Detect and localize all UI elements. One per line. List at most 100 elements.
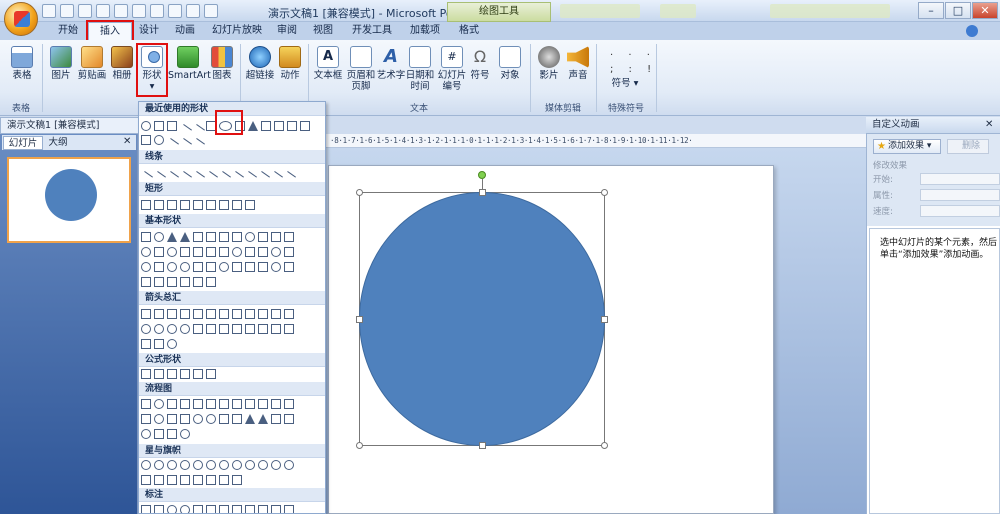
gallery-shape[interactable] [271,414,281,424]
gallery-shape[interactable] [219,505,229,513]
customize-qat-icon[interactable] [204,4,218,18]
document-tab[interactable]: 演示文稿1 [兼容模式] [0,117,140,134]
gallery-shape[interactable] [258,247,268,257]
tab-developer[interactable]: 开发工具 [344,22,400,40]
gallery-shape[interactable] [193,369,203,379]
add-effect-button[interactable]: ★ 添加效果 ▾ [873,139,941,154]
close-pane-icon[interactable]: ✕ [985,119,993,130]
speed-select[interactable] [920,205,1000,217]
close-button[interactable]: ✕ [972,2,998,19]
gallery-shape[interactable] [219,460,229,470]
gallery-shape[interactable] [245,505,255,513]
gallery-shape[interactable] [232,505,242,513]
gallery-shape[interactable] [219,414,229,424]
gallery-shape[interactable] [206,475,216,485]
picture-button[interactable]: 图片 [46,46,76,81]
gallery-shape[interactable] [141,369,151,379]
gallery-shape[interactable] [180,429,190,439]
sound-button[interactable]: 声音 [564,46,592,81]
gallery-shape[interactable] [193,414,203,424]
gallery-shape[interactable] [219,309,229,319]
symbol-button[interactable]: Ω 符号 [468,46,492,81]
gallery-shape[interactable] [180,200,190,210]
tab-home[interactable]: 开始 [50,22,86,40]
slide-thumbnail[interactable] [7,157,131,243]
gallery-shape[interactable] [180,262,190,272]
gallery-shape[interactable] [154,339,164,349]
textbox-button[interactable]: A 文本框 [312,46,344,81]
slide-number-button[interactable]: # 幻灯片编号 [436,46,468,92]
gallery-shape[interactable] [193,399,203,409]
header-footer-button[interactable]: 页眉和页脚 [344,46,378,92]
gallery-shape[interactable] [167,505,177,513]
gallery-shape[interactable] [180,369,190,379]
gallery-shape[interactable] [206,247,216,257]
gallery-shape[interactable] [193,505,203,513]
resize-handle-w[interactable] [356,316,363,323]
gallery-shape[interactable] [154,247,164,257]
gallery-shape[interactable] [232,414,242,424]
gallery-shape[interactable] [154,232,164,242]
gallery-shape[interactable] [206,262,216,272]
gallery-shape[interactable] [271,262,281,272]
gallery-shape[interactable] [193,247,203,257]
gallery-shape[interactable] [258,262,268,272]
gallery-shape[interactable] [154,200,164,210]
gallery-shape[interactable] [141,262,151,272]
gallery-shape[interactable] [141,324,151,334]
resize-handle-s[interactable] [479,442,486,449]
tab-review[interactable]: 审阅 [270,22,304,40]
clipart-button[interactable]: 剪贴画 [76,46,108,81]
cut-icon[interactable] [114,4,128,18]
gallery-shape[interactable] [206,369,216,379]
gallery-shape[interactable] [206,460,216,470]
gallery-shape[interactable] [193,460,203,470]
gallery-shape[interactable] [154,135,164,145]
shapes-gallery[interactable]: 最近使用的形状 线条 矩形 基本形状 箭头总汇 公式形状 流程图 星与旗帜 标注 [138,101,326,514]
smartart-button[interactable]: SmartArt [168,46,211,81]
gallery-shape[interactable] [180,505,190,513]
gallery-shape[interactable] [167,262,177,272]
object-button[interactable]: 对象 [496,46,524,81]
gallery-shape[interactable] [271,324,281,334]
gallery-shape[interactable] [141,414,151,424]
gallery-shape[interactable] [154,460,164,470]
gallery-shape[interactable] [154,505,164,513]
gallery-shape[interactable] [219,475,229,485]
tab-view[interactable]: 视图 [306,22,340,40]
gallery-shape[interactable] [245,460,255,470]
movie-button[interactable]: 影片 [534,46,564,81]
gallery-shape[interactable] [284,399,294,409]
gallery-shape[interactable] [206,324,216,334]
property-select[interactable] [920,189,1000,201]
redo-icon[interactable] [78,4,92,18]
gallery-shape[interactable] [141,429,151,439]
gallery-shape[interactable] [180,232,190,242]
gallery-shape[interactable] [219,324,229,334]
gallery-shape[interactable] [271,505,281,513]
tab-outline[interactable]: 大纲 [43,136,73,150]
gallery-shape[interactable] [167,414,177,424]
gallery-shape[interactable] [287,121,297,131]
gallery-shape[interactable] [271,309,281,319]
gallery-shape[interactable] [167,232,177,242]
close-panel-icon[interactable]: ✕ [123,136,131,147]
gallery-shape[interactable] [154,399,164,409]
gallery-shape[interactable] [284,414,294,424]
save-icon[interactable] [42,4,56,18]
gallery-shape[interactable] [154,369,164,379]
gallery-shape[interactable] [180,475,190,485]
resize-handle-e[interactable] [601,316,608,323]
gallery-shape[interactable] [245,324,255,334]
gallery-shape[interactable] [245,399,255,409]
gallery-shape[interactable] [167,247,177,257]
resize-handle-nw[interactable] [356,189,363,196]
gallery-shape[interactable] [167,399,177,409]
gallery-shape[interactable] [141,232,151,242]
gallery-shape[interactable] [141,309,151,319]
tab-format[interactable]: 格式 [452,22,486,40]
gallery-shape[interactable] [232,200,242,210]
gallery-shape[interactable] [154,121,164,131]
gallery-shape[interactable] [193,309,203,319]
gallery-shape[interactable] [141,277,151,287]
